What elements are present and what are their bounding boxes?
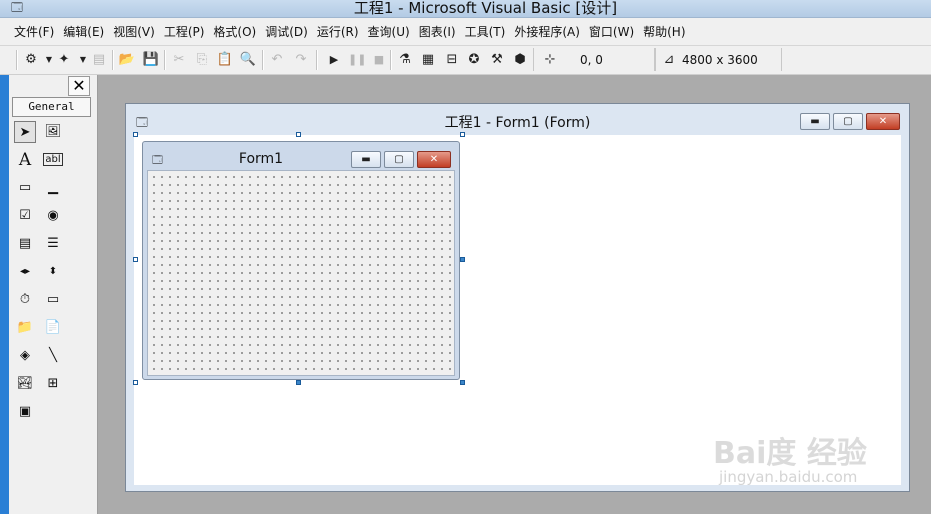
menu-editor-icon[interactable]: ▤ — [90, 51, 108, 69]
undo-icon[interactable]: ↶ — [268, 51, 286, 69]
position-icon: ⊹ — [544, 52, 556, 67]
standard-toolbar: ⚙ ▼ ✦ ▼ ▤ 📂 💾 ✂ ⎘ 📋 🔍 ↶ ↷ ▶ ❚❚ ■ ⚗ ▦ ⊟ ✪… — [0, 46, 931, 75]
toolbar-separator — [112, 50, 114, 70]
data-view-icon[interactable]: ⬢ — [511, 51, 529, 69]
menu-run[interactable]: 运行(R) — [317, 23, 359, 40]
picturebox-tool-icon[interactable]: 🖼 — [42, 121, 64, 143]
form1-caption: Form1 — [238, 151, 284, 167]
properties-window-icon[interactable]: ▦ — [419, 51, 437, 69]
object-browser-icon[interactable]: ✪ — [465, 51, 483, 69]
image-tool-icon[interactable]: 🏞 — [14, 373, 36, 395]
toolbox-close-icon[interactable]: ✕ — [68, 76, 90, 96]
designer-window-title: 工程1 - Form1 (Form) — [444, 115, 591, 131]
menu-file[interactable]: 文件(F) — [14, 23, 54, 40]
toolbar-grip[interactable] — [16, 50, 18, 70]
shape-tool-icon[interactable]: ◈ — [14, 345, 36, 367]
timer-tool-icon[interactable]: ⏱ — [14, 289, 36, 311]
label-tool-icon[interactable]: A — [14, 149, 36, 171]
menu-window[interactable]: 窗口(W) — [589, 23, 634, 40]
start-icon[interactable]: ▶ — [325, 51, 343, 69]
checkbox-tool-icon[interactable]: ☑ — [14, 205, 36, 227]
combobox-tool-icon[interactable]: ▤ — [14, 233, 36, 255]
resize-handle-bottom-left — [133, 380, 138, 385]
designer-maximize-button[interactable]: ▢ — [833, 113, 863, 130]
data-tool-icon[interactable]: ⊞ — [42, 373, 64, 395]
resize-handle-top-left — [133, 132, 138, 137]
toolbar-separator — [262, 50, 264, 70]
menu-diagram[interactable]: 图表(I) — [419, 23, 456, 40]
paste-icon[interactable]: 📋 — [216, 51, 234, 69]
frame-tool-icon[interactable]: ▭ — [14, 177, 36, 199]
resize-handle-bottom-right[interactable] — [460, 380, 465, 385]
filelistbox-tool-icon[interactable]: 📄 — [42, 317, 64, 339]
resize-handle-bottom[interactable] — [296, 380, 301, 385]
form1-maximize-button[interactable]: ▢ — [384, 151, 414, 168]
toolbar-separator — [316, 50, 318, 70]
form1-close-button[interactable]: ✕ — [417, 151, 451, 168]
optionbutton-tool-icon[interactable]: ◉ — [42, 205, 64, 227]
form1-window[interactable]: 🗔 Form1 ▬ ▢ ✕ — [142, 141, 460, 380]
toolbar-separator — [164, 50, 166, 70]
add-project-icon[interactable]: ⚙ — [22, 51, 40, 69]
stop-icon[interactable]: ■ — [370, 51, 388, 69]
menu-bar: 文件(F) 编辑(E) 视图(V) 工程(P) 格式(O) 调试(D) 运行(R… — [0, 18, 931, 46]
designer-minimize-button[interactable]: ▬ — [800, 113, 830, 130]
pointer-tool-icon[interactable]: ➤ — [14, 121, 36, 143]
textbox-tool-icon[interactable]: abl — [42, 149, 64, 171]
redo-icon[interactable]: ↷ — [292, 51, 310, 69]
form-layout-icon[interactable]: ⊟ — [443, 51, 461, 69]
dirlistbox-tool-icon[interactable]: 📁 — [14, 317, 36, 339]
menu-tools[interactable]: 工具(T) — [465, 23, 506, 40]
window-title: 工程1 - Microsoft Visual Basic [设计] — [353, 0, 618, 17]
listbox-tool-icon[interactable]: ☰ — [42, 233, 64, 255]
drivelistbox-tool-icon[interactable]: ▭ — [42, 289, 64, 311]
left-dock-strip — [0, 75, 9, 514]
toolbox-tab-general[interactable]: General — [12, 97, 91, 117]
title-bar: 🗔 工程1 - Microsoft Visual Basic [设计] — [0, 0, 931, 18]
form1-minimize-button[interactable]: ▬ — [351, 151, 381, 168]
resize-handle-top-right — [460, 132, 465, 137]
menu-help[interactable]: 帮助(H) — [643, 23, 685, 40]
resize-handle-right[interactable] — [460, 257, 465, 262]
menu-view[interactable]: 视图(V) — [113, 23, 155, 40]
line-tool-icon[interactable]: ╲ — [42, 345, 64, 367]
open-folder-icon[interactable]: 📂 — [118, 51, 136, 69]
size-readout: 4800 x 3600 — [682, 53, 758, 67]
menu-query[interactable]: 查询(U) — [368, 23, 410, 40]
ole-tool-icon[interactable]: ▣ — [14, 401, 36, 423]
save-icon[interactable]: 💾 — [142, 51, 160, 69]
vscrollbar-tool-icon[interactable]: ⬍ — [42, 261, 64, 283]
designer-close-button[interactable]: ✕ — [866, 113, 900, 130]
resize-handle-left — [133, 257, 138, 262]
resize-handle-top — [296, 132, 301, 137]
commandbutton-tool-icon[interactable]: ▁ — [42, 177, 64, 199]
menu-addins[interactable]: 外接程序(A) — [514, 23, 580, 40]
position-readout: 0, 0 — [580, 53, 603, 67]
hscrollbar-tool-icon[interactable]: ◂▸ — [14, 261, 36, 283]
project-explorer-icon[interactable]: ⚗ — [396, 51, 414, 69]
copy-icon[interactable]: ⎘ — [193, 51, 211, 69]
menu-debug[interactable]: 调试(D) — [265, 23, 308, 40]
menu-project[interactable]: 工程(P) — [164, 23, 205, 40]
menu-edit[interactable]: 编辑(E) — [63, 23, 104, 40]
find-icon[interactable]: 🔍 — [239, 51, 257, 69]
form1-design-grid[interactable] — [147, 170, 455, 376]
add-form-icon[interactable]: ✦ — [55, 51, 73, 69]
toolbox-icon[interactable]: ⚒ — [488, 51, 506, 69]
pause-icon[interactable]: ❚❚ — [348, 51, 366, 69]
toolbar-separator — [390, 50, 392, 70]
cut-icon[interactable]: ✂ — [170, 51, 188, 69]
toolbox-panel: ✕ General ➤ 🖼 A abl ▭ ▁ ☑ ◉ ▤ ☰ ◂▸ ⬍ ⏱ ▭… — [9, 75, 98, 514]
size-icon: ⊿ — [663, 52, 675, 67]
textbox-tool-glyph: abl — [43, 153, 63, 166]
menu-format[interactable]: 格式(O) — [213, 23, 256, 40]
